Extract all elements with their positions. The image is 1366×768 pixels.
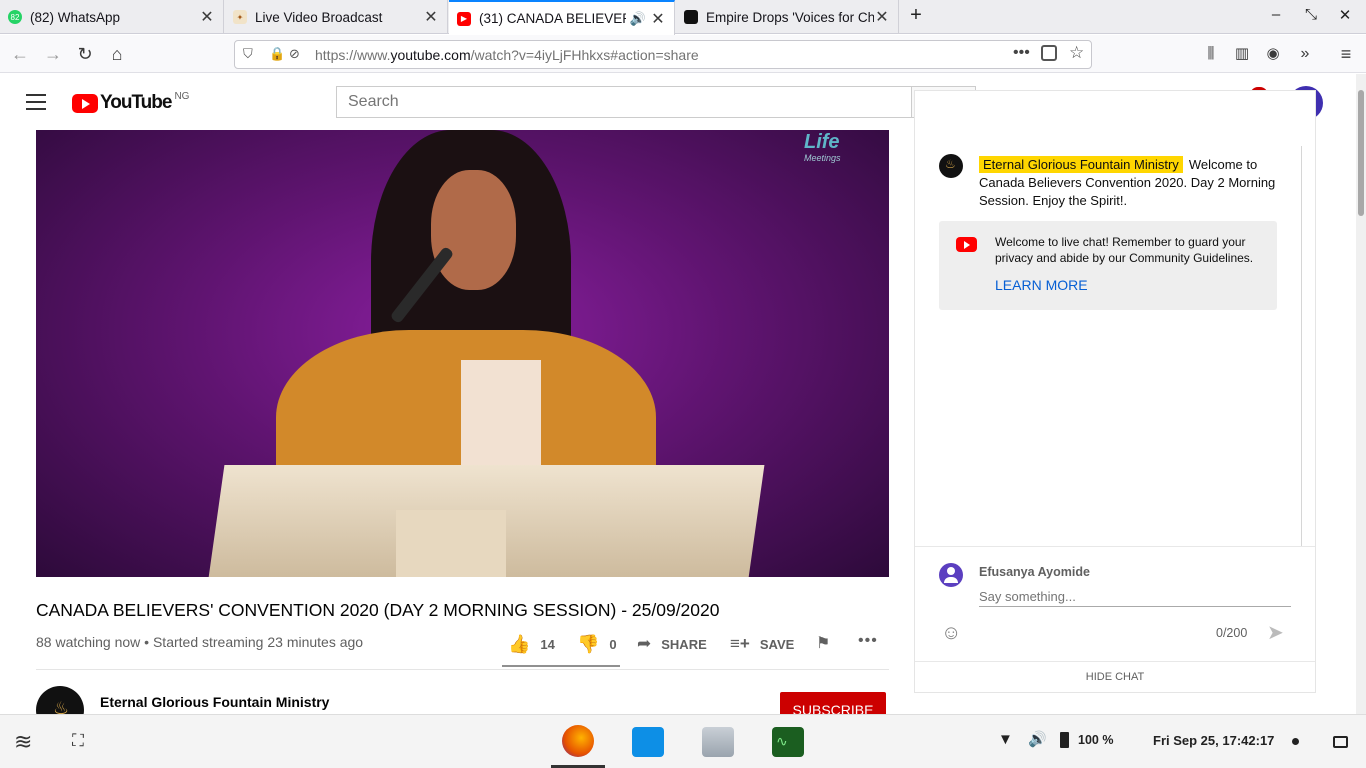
message-author[interactable]: Eternal Glorious Fountain Ministry — [979, 156, 1183, 173]
url-text[interactable]: https://www.youtube.com/watch?v=4iyLjFHh… — [315, 47, 699, 63]
like-button[interactable]: 👍 14 — [508, 634, 555, 655]
podium-front — [396, 510, 506, 577]
permissions-icon[interactable]: ⊘ — [289, 46, 300, 62]
close-tab-icon[interactable]: ✕ — [199, 7, 215, 27]
divider — [36, 669, 889, 670]
channel-name[interactable]: Eternal Glorious Fountain Ministry — [100, 694, 329, 710]
bookmark-star-icon[interactable]: ☆ — [1069, 43, 1084, 63]
search-input[interactable] — [336, 86, 912, 118]
overflow-icon[interactable]: » — [1292, 41, 1318, 67]
tab-empire-drops[interactable]: Empire Drops 'Voices for Change' ✕ — [676, 0, 899, 34]
back-icon[interactable]: ← — [7, 41, 33, 67]
character-counter: 0/200 — [1216, 626, 1248, 640]
tab-live-video-broadcast[interactable]: ✦ Live Video Broadcast ✕ — [225, 0, 448, 34]
menu-icon[interactable]: ≡ — [1333, 41, 1359, 67]
user-avatar — [939, 563, 963, 587]
share-arrow-icon: ➦ — [637, 634, 652, 653]
browser-tab-strip: 82 (82) WhatsApp ✕ ✦ Live Video Broadcas… — [0, 0, 1366, 35]
new-tab-icon[interactable]: + — [905, 4, 927, 26]
broadcast-icon: ✦ — [233, 10, 247, 24]
divider — [915, 546, 1315, 547]
hide-chat-button[interactable]: HIDE CHAT — [915, 671, 1315, 683]
system-monitor-icon[interactable]: ∿ — [772, 727, 804, 757]
speaker-head — [431, 170, 516, 290]
software-store-icon[interactable] — [632, 727, 664, 757]
minimize-icon[interactable]: – — [1265, 6, 1287, 28]
tab-canada-believers[interactable]: ▶ (31) CANADA BELIEVERS' CONVENTION 🔊 ✕ — [449, 0, 675, 35]
pulse-icon: ∿ — [776, 733, 788, 749]
speaker-icon[interactable]: 🔊 — [630, 11, 646, 27]
playlist-add-icon: ≡+ — [730, 634, 750, 653]
tab-title: (31) CANADA BELIEVERS' CONVENTION — [479, 11, 626, 26]
message-author-avatar[interactable]: ♨ — [939, 154, 963, 178]
watermark-logo: Life Meetings — [804, 131, 841, 163]
sentiment-bar — [502, 665, 620, 667]
chat-message: Eternal Glorious Fountain Ministry Welcom… — [979, 156, 1289, 210]
system-taskbar: ≋ ⛶ ∿ ▼ 🔊 100 % Fri Sep 25, 17:42:17 — [0, 714, 1366, 768]
save-button[interactable]: ≡+ SAVE — [730, 634, 794, 654]
close-tab-icon[interactable]: ✕ — [423, 7, 439, 27]
emoji-icon[interactable]: ☺ — [941, 622, 961, 645]
whatsapp-icon: 82 — [8, 10, 22, 24]
tab-whatsapp[interactable]: 82 (82) WhatsApp ✕ — [0, 0, 224, 34]
wifi-icon[interactable]: ▼ — [998, 731, 1013, 748]
home-icon[interactable]: ⌂ — [104, 41, 130, 67]
video-title: CANADA BELIEVERS' CONVENTION 2020 (DAY 2… — [36, 600, 720, 620]
video-meta: 88 watching now • Started streaming 23 m… — [36, 634, 364, 650]
restore-icon[interactable]: ⤡ — [1300, 6, 1322, 28]
flame-logo-icon: ♨ — [945, 157, 956, 171]
clock[interactable]: Fri Sep 25, 17:42:17 — [1153, 733, 1274, 748]
divider — [915, 661, 1315, 662]
tab-title: (82) WhatsApp — [30, 9, 121, 25]
youtube-logo[interactable]: YouTube NG — [72, 91, 189, 114]
pocket-icon[interactable] — [1041, 45, 1057, 61]
account-icon[interactable]: ◉ — [1260, 41, 1286, 67]
navigation-bar: ← → ↻ ⌂ ⛉ 🔒 ⊘ https://www.youtube.com/wa… — [0, 35, 1366, 73]
youtube-icon — [956, 237, 977, 252]
show-desktop-icon[interactable] — [1333, 736, 1348, 748]
volume-icon[interactable]: 🔊 — [1028, 730, 1047, 748]
files-icon[interactable] — [702, 727, 734, 757]
learn-more-link[interactable]: LEARN MORE — [995, 277, 1088, 293]
guide-menu-icon[interactable] — [26, 94, 46, 110]
thumbs-down-icon: 👎 — [577, 634, 600, 654]
url-bar[interactable]: ⛉ 🔒 ⊘ https://www.youtube.com/watch?v=4i… — [234, 40, 1092, 69]
chat-notice: Welcome to live chat! Remember to guard … — [939, 221, 1277, 310]
forward-icon[interactable]: → — [40, 41, 66, 67]
tab-title: Empire Drops 'Voices for Change' — [706, 9, 874, 25]
more-actions-icon[interactable]: ••• — [1013, 44, 1030, 62]
more-options-icon[interactable]: ••• — [858, 632, 878, 650]
close-tab-icon[interactable]: ✕ — [650, 9, 666, 29]
share-button[interactable]: ➦ SHARE — [637, 634, 707, 654]
lock-icon[interactable]: 🔒 — [269, 46, 285, 62]
youtube-play-icon — [72, 93, 98, 113]
shield-icon[interactable]: ⛉ — [243, 46, 253, 62]
thumbs-up-icon: 👍 — [508, 634, 531, 654]
battery-icon[interactable] — [1060, 732, 1069, 748]
site-icon — [684, 10, 698, 24]
notice-text: Welcome to live chat! Remember to guard … — [995, 235, 1254, 265]
page-scrollbar[interactable] — [1356, 74, 1366, 714]
notification-dot-icon — [1292, 738, 1299, 745]
video-player[interactable]: Life Meetings — [36, 130, 889, 577]
zorin-menu-icon[interactable]: ≋ — [14, 729, 32, 755]
reload-icon[interactable]: ↻ — [72, 41, 98, 67]
dislike-button[interactable]: 👎 0 — [577, 634, 617, 655]
close-tab-icon[interactable]: ✕ — [874, 7, 890, 27]
tab-title: Live Video Broadcast — [255, 9, 383, 25]
chat-scrollbar[interactable] — [1301, 146, 1302, 546]
youtube-icon: ▶ — [457, 11, 471, 26]
live-chat-panel: ♨ Eternal Glorious Fountain Ministry Welc… — [914, 90, 1316, 693]
user-name: Efusanya Ayomide — [979, 565, 1090, 579]
battery-level: 100 % — [1078, 733, 1114, 747]
firefox-icon[interactable] — [562, 725, 594, 757]
report-flag-icon[interactable]: ⚑ — [816, 633, 830, 653]
chat-input[interactable] — [979, 587, 1291, 607]
close-window-icon[interactable]: ✕ — [1334, 6, 1356, 28]
send-icon[interactable]: ➤ — [1267, 620, 1284, 645]
workspaces-icon[interactable]: ⛶ — [72, 731, 84, 751]
sidebar-icon[interactable]: ▥ — [1229, 41, 1255, 67]
library-icon[interactable]: ⫼ — [1198, 41, 1224, 67]
